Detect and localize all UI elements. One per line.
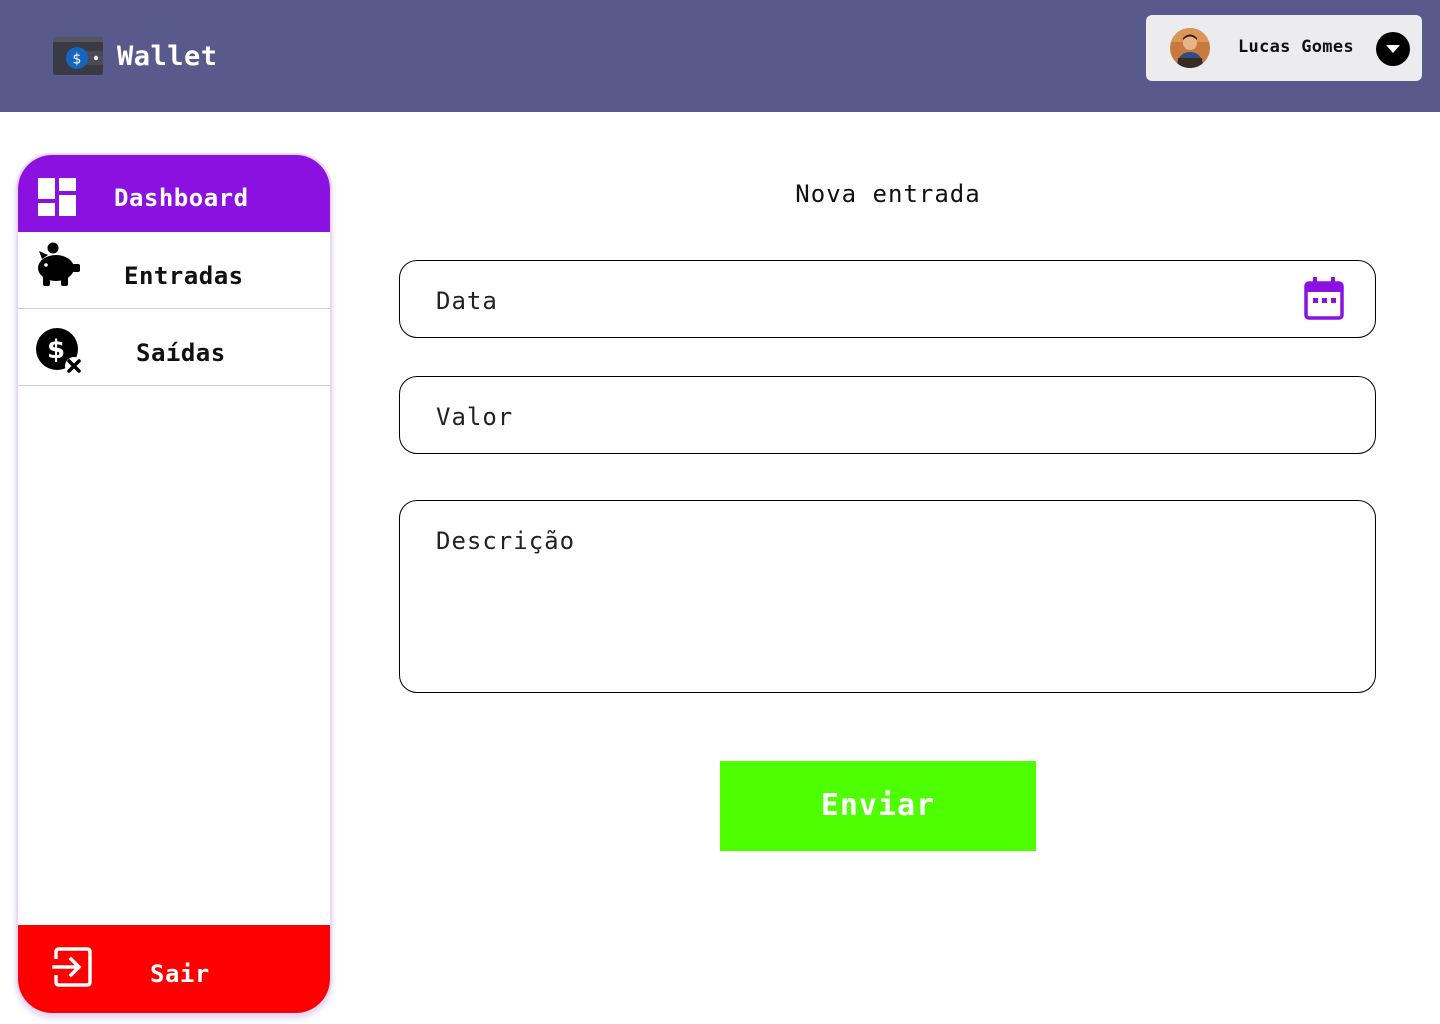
top-bar: $ Wallet Lucas Gomes bbox=[0, 0, 1440, 112]
description-field-placeholder: Descrição bbox=[436, 527, 576, 555]
wallet-dollar-icon: $ bbox=[53, 37, 103, 75]
sidebar-item-dashboard[interactable]: Dashboard bbox=[18, 155, 330, 232]
dashboard-icon bbox=[38, 178, 76, 216]
exit-icon bbox=[52, 947, 92, 987]
money-off-icon: $ bbox=[36, 328, 83, 375]
user-menu[interactable]: Lucas Gomes bbox=[1146, 15, 1422, 81]
date-field-placeholder: Data bbox=[436, 287, 498, 315]
piggy-bank-icon bbox=[38, 242, 80, 286]
submit-button[interactable]: Enviar bbox=[720, 761, 1036, 851]
caret-down-icon bbox=[1386, 45, 1400, 53]
svg-text:$: $ bbox=[47, 335, 65, 365]
user-dropdown-button[interactable] bbox=[1376, 32, 1410, 66]
user-avatar[interactable] bbox=[1170, 28, 1210, 68]
sidebar-item-label: Dashboard bbox=[114, 184, 249, 212]
description-field[interactable]: Descrição bbox=[399, 500, 1376, 693]
calendar-icon[interactable] bbox=[1304, 277, 1344, 321]
sidebar-item-label: Entradas bbox=[124, 262, 244, 290]
form-title: Nova entrada bbox=[795, 180, 981, 208]
brand[interactable]: $ Wallet bbox=[53, 36, 218, 76]
sidebar-item-entradas[interactable]: Entradas bbox=[18, 232, 330, 309]
svg-text:$: $ bbox=[73, 52, 82, 68]
app-name: Wallet bbox=[117, 40, 218, 72]
user-name: Lucas Gomes bbox=[1238, 37, 1354, 57]
sidebar: Dashboard Entradas $ Saídas Sair bbox=[16, 153, 332, 1015]
logout-button[interactable]: Sair bbox=[18, 925, 330, 1013]
date-field[interactable]: Data bbox=[399, 260, 1376, 338]
sidebar-item-saidas[interactable]: $ Saídas bbox=[18, 309, 330, 386]
value-field[interactable]: Valor bbox=[399, 376, 1376, 454]
logout-label: Sair bbox=[150, 960, 210, 988]
value-field-placeholder: Valor bbox=[436, 403, 514, 431]
sidebar-item-label: Saídas bbox=[136, 339, 226, 367]
